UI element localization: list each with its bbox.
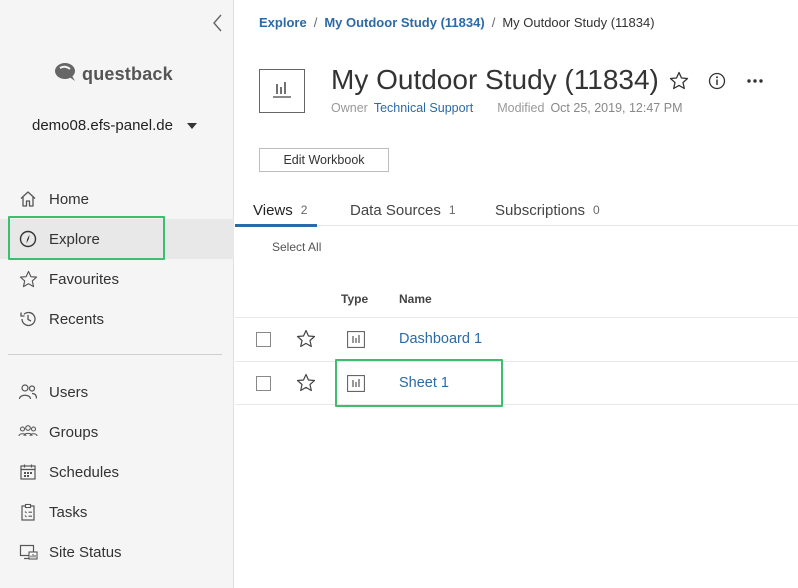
nav-item-schedules[interactable]: Schedules	[0, 452, 234, 492]
edit-workbook-button[interactable]: Edit Workbook	[259, 148, 389, 172]
nav-item-label: Recents	[49, 310, 105, 328]
home-icon	[18, 189, 38, 209]
bar-chart-icon	[270, 78, 294, 105]
nav-item-label: Groups	[49, 423, 99, 441]
sidebar: questback demo08.efs-panel.de Home Explo…	[0, 0, 234, 588]
site-name: demo08.efs-panel.de	[32, 117, 173, 134]
tab-views[interactable]: Views 2	[234, 194, 318, 227]
column-header-name: Name	[399, 292, 432, 306]
breadcrumb-project-link[interactable]: My Outdoor Study (11834)	[324, 15, 484, 30]
history-icon	[18, 309, 38, 329]
nav-item-tasks[interactable]: Tasks	[0, 492, 234, 532]
modified-label: Modified	[497, 101, 545, 115]
owner-link[interactable]: Technical Support	[374, 101, 473, 115]
bar-chart-icon	[347, 331, 365, 348]
tab-label: Views	[253, 201, 293, 219]
breadcrumb-explore-link[interactable]: Explore	[259, 15, 307, 30]
tab-count: 2	[300, 203, 308, 217]
nav-item-label: Schedules	[49, 463, 120, 481]
breadcrumb-separator: /	[491, 15, 496, 30]
logo: questback	[54, 60, 173, 88]
info-icon[interactable]	[707, 70, 727, 92]
nav-item-recents[interactable]: Recents	[0, 299, 234, 339]
nav-item-label: Tasks	[49, 503, 88, 521]
nav-item-site-status[interactable]: Site Status	[0, 532, 234, 572]
tab-count: 1	[448, 203, 456, 217]
logo-text: questback	[82, 63, 173, 84]
select-all-link[interactable]: Select All	[272, 240, 321, 254]
breadcrumb-current: My Outdoor Study (11834)	[502, 15, 655, 30]
breadcrumb-separator: /	[313, 15, 318, 30]
users-icon	[18, 382, 38, 402]
caret-down-icon	[187, 123, 197, 129]
calendar-icon	[18, 462, 38, 482]
main-content: Explore / My Outdoor Study (11834) / My …	[234, 0, 798, 588]
tab-count: 0	[593, 203, 600, 217]
nav-item-home[interactable]: Home	[0, 179, 234, 219]
nav-item-label: Home	[49, 190, 90, 208]
nav-item-groups[interactable]: Groups	[0, 412, 234, 452]
table-row[interactable]: Sheet 1	[235, 361, 798, 405]
row-checkbox[interactable]	[256, 376, 271, 391]
site-selector[interactable]: demo08.efs-panel.de	[32, 117, 197, 134]
workbook-title: My Outdoor Study (11834)	[331, 64, 659, 95]
workbook-thumbnail	[259, 69, 305, 113]
primary-nav: Home Explore Favourites Recents	[0, 179, 234, 339]
favorite-star-icon[interactable]	[296, 329, 316, 349]
tab-label: Data Sources	[350, 201, 441, 219]
tab-label: Subscriptions	[495, 201, 586, 219]
title-actions	[669, 70, 765, 92]
bar-chart-icon	[347, 375, 365, 392]
row-checkbox[interactable]	[256, 332, 271, 347]
modified-value: Oct 25, 2019, 12:47 PM	[550, 101, 683, 115]
tab-data-sources[interactable]: Data Sources 1	[350, 194, 456, 226]
groups-icon	[18, 422, 38, 442]
view-name-link[interactable]: Dashboard 1	[399, 331, 482, 347]
nav-item-label: Users	[49, 383, 89, 401]
compass-icon	[18, 229, 38, 249]
questback-logo-icon	[54, 62, 78, 87]
site-status-icon	[18, 542, 38, 562]
favorite-star-icon[interactable]	[669, 70, 689, 92]
sidebar-divider	[8, 354, 222, 355]
table-row[interactable]: Dashboard 1	[235, 317, 798, 361]
nav-item-label: Site Status	[49, 543, 122, 561]
nav-item-favourites[interactable]: Favourites	[0, 259, 234, 299]
workbook-meta: Owner Technical Support Modified Oct 25,…	[331, 101, 682, 115]
nav-item-label: Explore	[49, 230, 100, 248]
clipboard-icon	[18, 502, 38, 522]
star-icon	[18, 269, 38, 289]
nav-item-users[interactable]: Users	[0, 372, 234, 412]
admin-nav: Users Groups Schedules Tasks Site Status	[0, 372, 234, 572]
nav-item-explore[interactable]: Explore	[0, 219, 234, 259]
breadcrumb: Explore / My Outdoor Study (11834) / My …	[259, 15, 655, 30]
more-actions-icon[interactable]	[745, 70, 765, 92]
column-header-type: Type	[341, 292, 369, 306]
nav-item-label: Favourites	[49, 270, 120, 288]
favorite-star-icon[interactable]	[296, 373, 316, 393]
tab-subscriptions[interactable]: Subscriptions 0	[495, 194, 600, 226]
collapse-sidebar-icon[interactable]	[210, 12, 226, 34]
owner-label: Owner	[331, 101, 368, 115]
tab-bar: Views 2 Data Sources 1 Subscriptions 0	[234, 194, 798, 227]
view-name-link[interactable]: Sheet 1	[399, 375, 449, 391]
